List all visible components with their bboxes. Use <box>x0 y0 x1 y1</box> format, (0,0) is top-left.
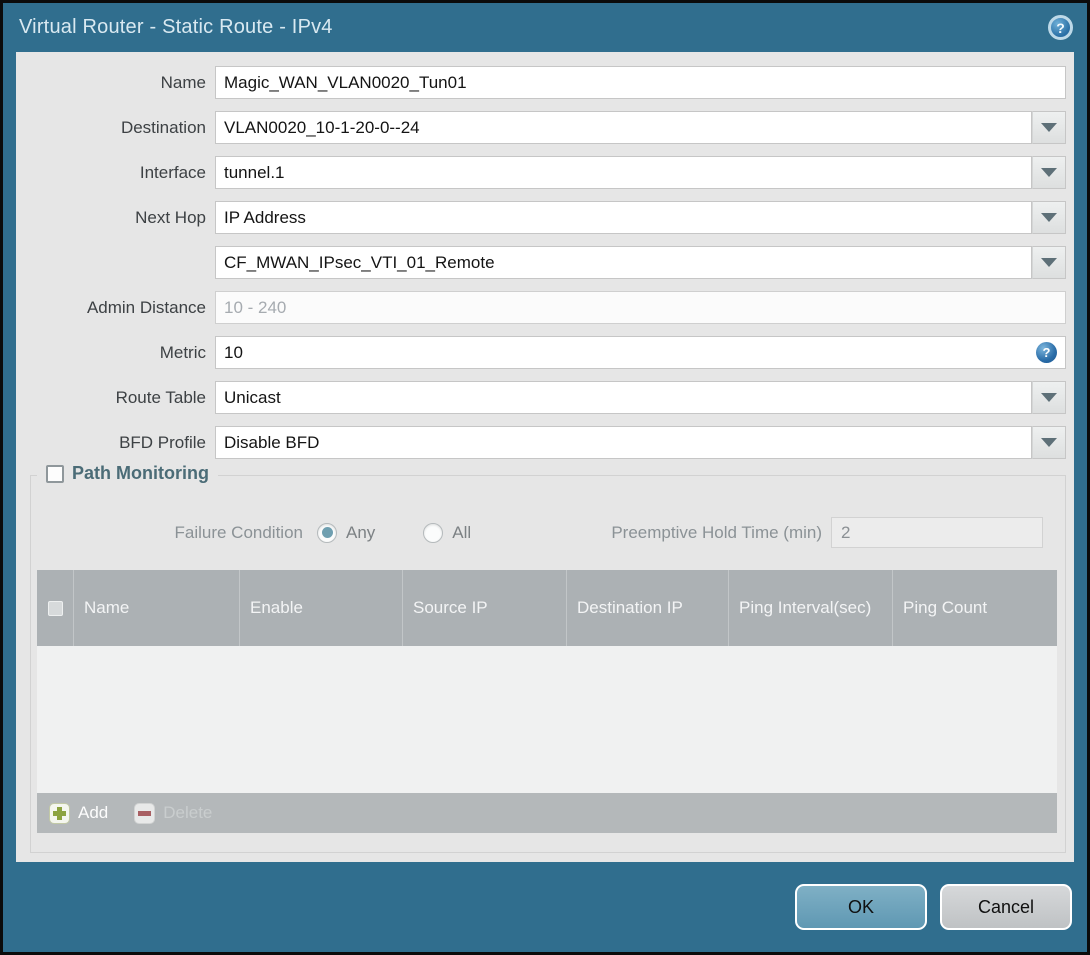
preemptive-hold-time-input[interactable] <box>831 517 1043 548</box>
failure-condition-radio-group: Any All <box>317 522 472 543</box>
form-row-next-hop: Next Hop <box>16 201 1066 234</box>
path-monitoring-title: Path Monitoring <box>72 463 209 483</box>
route-table-input[interactable] <box>215 381 1032 414</box>
table-toolbar: Add Delete <box>37 793 1057 833</box>
minus-icon <box>134 802 156 824</box>
bfd-profile-dropdown-button[interactable] <box>1032 426 1066 459</box>
admin-distance-input[interactable] <box>215 291 1066 324</box>
metric-label: Metric <box>159 342 206 362</box>
column-header-name: Name <box>74 570 240 646</box>
bfd-profile-label: BFD Profile <box>119 432 206 452</box>
destination-input[interactable] <box>215 111 1032 144</box>
metric-input[interactable] <box>215 336 1066 369</box>
delete-button: Delete <box>134 802 213 824</box>
name-label: Name <box>160 72 206 92</box>
path-monitoring-table: Name Enable Source IP Destination IP Pin… <box>37 570 1057 833</box>
form-row-admin-distance: Admin Distance <box>16 291 1066 324</box>
dialog-titlebar: Virtual Router - Static Route - IPv4 ? <box>3 3 1087 52</box>
metric-info-icon[interactable]: ? <box>1036 342 1057 363</box>
next-hop-label: Next Hop <box>135 207 206 227</box>
route-table-label: Route Table <box>115 387 206 407</box>
chevron-down-icon <box>1041 168 1057 177</box>
chevron-down-icon <box>1041 393 1057 402</box>
info-glyph: ? <box>1042 345 1051 360</box>
help-glyph: ? <box>1056 19 1065 36</box>
column-header-source-ip: Source IP <box>403 570 567 646</box>
route-table-dropdown-button[interactable] <box>1032 381 1066 414</box>
delete-button-label: Delete <box>163 803 213 822</box>
next-hop-type-input[interactable] <box>215 201 1032 234</box>
form-row-metric: Metric ? <box>16 336 1066 369</box>
form-row-destination: Destination <box>16 111 1066 144</box>
next-hop-type-dropdown-button[interactable] <box>1032 201 1066 234</box>
chevron-down-icon <box>1041 213 1057 222</box>
path-monitoring-section: Path Monitoring Failure Condition Any Al… <box>30 463 1066 853</box>
radio-all-label: All <box>452 522 472 542</box>
interface-label: Interface <box>139 162 206 182</box>
destination-dropdown-button[interactable] <box>1032 111 1066 144</box>
admin-distance-label: Admin Distance <box>86 297 206 317</box>
cancel-button[interactable]: Cancel <box>940 884 1072 930</box>
form-row-bfd-profile: BFD Profile <box>16 426 1066 459</box>
column-header-destination-ip: Destination IP <box>567 570 729 646</box>
help-icon[interactable]: ? <box>1048 15 1073 40</box>
chevron-down-icon <box>1041 123 1057 132</box>
add-button-label: Add <box>78 803 109 822</box>
path-monitoring-checkbox[interactable] <box>46 464 64 483</box>
add-button[interactable]: Add <box>49 802 109 824</box>
bfd-profile-input[interactable] <box>215 426 1032 459</box>
interface-dropdown-button[interactable] <box>1032 156 1066 189</box>
destination-label: Destination <box>120 117 206 137</box>
table-header-row: Name Enable Source IP Destination IP Pin… <box>37 570 1057 646</box>
radio-any-label: Any <box>346 522 376 542</box>
select-all-checkbox[interactable] <box>47 600 63 616</box>
dialog-footer: OK Cancel <box>3 862 1087 952</box>
column-header-enable: Enable <box>240 570 403 646</box>
radio-dot <box>321 527 333 538</box>
table-body-empty <box>37 646 1057 793</box>
ok-button[interactable]: OK <box>795 884 927 930</box>
chevron-down-icon <box>1041 438 1057 447</box>
failure-condition-label: Failure Condition <box>174 522 303 542</box>
chevron-down-icon <box>1041 258 1057 267</box>
column-header-ping-interval: Ping Interval(sec) <box>729 570 893 646</box>
form-row-next-hop-address <box>16 246 1066 279</box>
path-monitoring-legend: Path Monitoring <box>37 463 218 484</box>
dialog-title: Virtual Router - Static Route - IPv4 <box>19 16 333 38</box>
failure-condition-row: Failure Condition Any All Preemptive Hol… <box>31 516 1065 549</box>
column-header-ping-count: Ping Count <box>903 598 988 618</box>
radio-all[interactable] <box>423 522 444 543</box>
dialog-body: Name Destination Interface <box>16 52 1074 862</box>
interface-input[interactable] <box>215 156 1032 189</box>
form-row-name: Name <box>16 66 1066 99</box>
radio-any[interactable] <box>317 522 337 543</box>
name-input[interactable] <box>215 66 1066 99</box>
form-row-interface: Interface <box>16 156 1066 189</box>
plus-icon <box>49 802 70 824</box>
preemptive-hold-time-label: Preemptive Hold Time (min) <box>611 522 822 542</box>
next-hop-address-input[interactable] <box>215 246 1032 279</box>
static-route-dialog: Virtual Router - Static Route - IPv4 ? N… <box>0 0 1090 955</box>
form-row-route-table: Route Table <box>16 381 1066 414</box>
next-hop-address-dropdown-button[interactable] <box>1032 246 1066 279</box>
